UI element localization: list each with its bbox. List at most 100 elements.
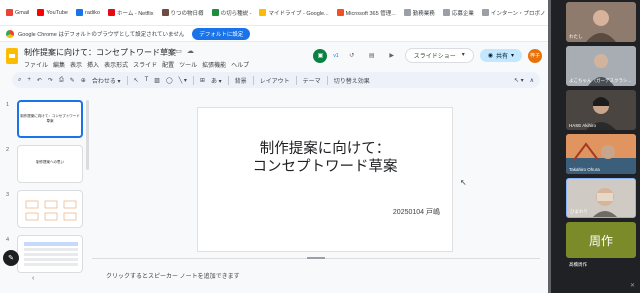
menu-bar: ファイル 編集 表示 挿入 表示形式 スライド 配置 ツール 拡張機能 ヘルプ <box>24 60 249 69</box>
undo-icon[interactable]: ↶ <box>37 77 42 84</box>
folder-icon <box>481 9 489 16</box>
share-button[interactable]: ◉ 共有 ▾ <box>479 49 522 62</box>
layout-button[interactable]: レイアウト <box>260 76 290 85</box>
slideshow-button[interactable]: スライドショー ▾ <box>404 48 474 63</box>
line-icon[interactable]: ╲ ▾ <box>179 77 187 84</box>
slide-thumbnail-4[interactable] <box>17 235 83 273</box>
participant-name: HASE Akihiro <box>569 123 597 128</box>
redo-icon[interactable]: ↷ <box>48 77 53 84</box>
participant-avatar-label: 周作 <box>588 234 613 248</box>
menu-insert[interactable]: 挿入 <box>87 60 99 69</box>
text-box-icon[interactable]: T <box>145 77 149 83</box>
infobar-message: Google Chrome はデフォルトのブラウザとして設定されていません <box>18 31 185 38</box>
meet-icon[interactable]: ▣ <box>313 48 328 63</box>
notes-placeholder: クリックするとスピーカー ノートを追加できます <box>106 274 240 280</box>
bookmark-item[interactable]: の切ら種説 - <box>211 9 251 17</box>
participant-tile[interactable]: わたし <box>566 2 636 42</box>
notes-resize-handle[interactable] <box>307 257 325 259</box>
globe-icon: ◉ <box>487 53 493 59</box>
slide-subtitle[interactable]: 20250104 戸嶋 <box>393 207 440 217</box>
bookmark-folder[interactable]: インターン・プロボノ <box>481 9 546 17</box>
screen: Gmail YouTube radiko ホーム - Netflix りつの物日… <box>0 0 640 293</box>
input-tools-icon[interactable]: あ ▾ <box>211 76 222 85</box>
menu-arrange[interactable]: 配置 <box>162 60 174 69</box>
account-avatar[interactable]: 梓子 <box>528 48 542 63</box>
panel-close-icon[interactable]: ✕ <box>630 282 635 289</box>
print-icon[interactable]: ⎙ <box>59 77 64 84</box>
document-title[interactable]: 制作提案に向けて：コンセプトワード草案 <box>24 47 176 58</box>
folder-icon <box>403 9 411 16</box>
microsoft-icon <box>336 9 344 16</box>
bookmark-icon <box>211 9 219 16</box>
slide-title[interactable]: 制作提案に向けて： コンセプトワード草案 <box>198 140 452 176</box>
participant-tile-speaking[interactable]: ひまわり <box>566 178 636 218</box>
history-icon[interactable]: ↺ <box>345 49 359 63</box>
bookmark-item[interactable]: りつの物日樽 <box>161 9 204 17</box>
transition-button[interactable]: 切り替え効果 <box>334 76 370 85</box>
move-folder-icon[interactable]: ▭ <box>175 47 182 55</box>
menu-help[interactable]: ヘルプ <box>231 60 249 69</box>
youtube-icon <box>37 9 45 16</box>
star-icon[interactable]: ☆ <box>164 47 170 55</box>
bookmark-folder[interactable]: 応募企業 <box>442 9 474 17</box>
menu-slide[interactable]: スライド <box>133 60 157 69</box>
slide-thumbnail-1[interactable]: 制作提案に向けて：コンセプトワード草案 <box>17 100 83 138</box>
default-browser-infobar: Google Chrome はデフォルトのブラウザとして設定されていません デフ… <box>0 26 548 42</box>
current-slide[interactable]: 制作提案に向けて： コンセプトワード草案 20250104 戸嶋 <box>198 108 452 251</box>
collapse-toolbar-icon[interactable]: ∧ <box>530 77 534 84</box>
theme-button[interactable]: テーマ <box>303 76 321 85</box>
menu-view[interactable]: 表示 <box>70 60 82 69</box>
slide-title-line-1: 制作提案に向けて： <box>259 141 391 157</box>
slide-number: 2 <box>6 147 10 153</box>
filmstrip-scrollbar[interactable] <box>86 100 89 170</box>
comment-add-icon[interactable]: ⊞ <box>200 77 205 84</box>
divider <box>295 75 297 85</box>
slide-thumbnail-2[interactable]: 制作提案への思い <box>17 145 83 183</box>
zoom-fit-select[interactable]: 合わせる ▾ <box>92 76 121 85</box>
chevron-down-icon[interactable]: ▾ <box>462 51 465 60</box>
slides-logo-icon[interactable] <box>6 48 18 64</box>
bookmark-youtube[interactable]: YouTube <box>37 9 68 16</box>
menu-extensions[interactable]: 拡張機能 <box>202 60 226 69</box>
search-menus-icon[interactable]: ⌕ <box>18 77 21 84</box>
participant-tile[interactable]: Takahiro Ohura <box>566 134 636 174</box>
background-button[interactable]: 背景 <box>235 76 247 85</box>
folder-icon <box>442 9 450 16</box>
collapse-panel-icon[interactable]: ‹ <box>32 275 34 282</box>
pointer-mode-icon[interactable]: ↖ ▾ <box>514 77 524 84</box>
divider <box>252 75 254 85</box>
paint-format-icon[interactable]: ✎ <box>70 77 75 84</box>
participant-tile[interactable]: よこちゃん（ガーデスクラシ... <box>566 46 636 86</box>
zoom-icon[interactable]: ⊕ <box>81 77 86 84</box>
video-call-icon[interactable]: ▶ <box>385 49 399 63</box>
slide-number: 1 <box>6 102 10 108</box>
divider <box>192 75 194 85</box>
menu-format[interactable]: 表示形式 <box>104 60 128 69</box>
slide-thumbnail-3[interactable] <box>17 190 83 228</box>
bookmark-folder[interactable]: 勤務業務 <box>403 9 435 17</box>
speaker-notes[interactable]: クリックするとスピーカー ノートを追加できます <box>92 257 540 293</box>
bookmark-microsoft[interactable]: Microsoft 365 管理... <box>336 9 396 17</box>
title-icons: ☆ ▭ ☁ <box>164 47 194 55</box>
bookmark-radiko[interactable]: radiko <box>76 9 100 16</box>
shape-icon[interactable]: ◯ <box>166 77 173 84</box>
netflix-icon <box>107 9 115 16</box>
participant-name: わたし <box>569 34 583 39</box>
bookmark-drive[interactable]: マイドライブ - Google... <box>259 9 329 17</box>
participant-tile[interactable]: HASE Akihiro <box>566 90 636 130</box>
cloud-status-icon[interactable]: ☁ <box>187 47 194 55</box>
edit-fab-icon[interactable]: ✎ <box>3 250 19 266</box>
image-icon[interactable]: ▨ <box>154 77 160 84</box>
new-slide-icon[interactable]: + <box>27 77 31 83</box>
set-default-button[interactable]: デフォルトに設定 <box>192 27 251 40</box>
menu-edit[interactable]: 編集 <box>53 60 65 69</box>
participant-tile-avatar[interactable]: 周作 <box>566 222 636 258</box>
comment-icon[interactable]: ▤ <box>365 49 379 63</box>
bookmark-gmail[interactable]: Gmail <box>6 9 29 16</box>
menu-tools[interactable]: ツール <box>179 60 197 69</box>
divider <box>227 75 229 85</box>
select-icon[interactable]: ↖ <box>134 77 139 84</box>
menu-file[interactable]: ファイル <box>24 60 48 69</box>
radiko-icon <box>76 9 83 16</box>
bookmark-netflix[interactable]: ホーム - Netflix <box>107 9 154 17</box>
